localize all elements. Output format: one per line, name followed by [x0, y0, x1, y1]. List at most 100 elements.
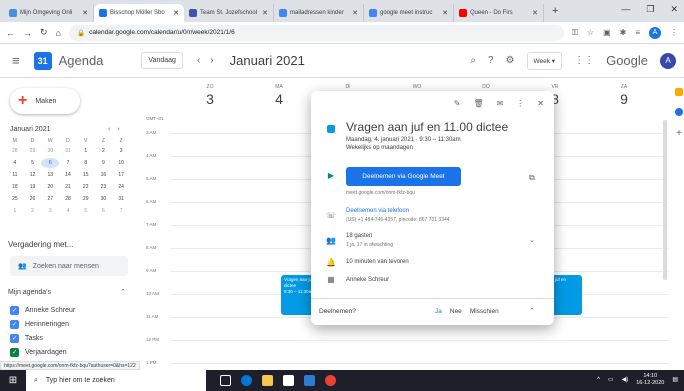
- mini-date[interactable]: 1: [6, 206, 24, 216]
- mini-date[interactable]: 29: [77, 194, 95, 204]
- mini-date[interactable]: 24: [112, 182, 130, 192]
- browser-tab[interactable]: Queen - Do Firs ✕: [454, 4, 544, 22]
- mini-date[interactable]: 23: [95, 182, 113, 192]
- more-icon[interactable]: ⋮: [516, 99, 524, 108]
- mini-date[interactable]: 9: [95, 158, 113, 168]
- mini-date[interactable]: 7: [112, 206, 130, 216]
- new-tab-icon[interactable]: +: [544, 5, 566, 17]
- chevron-up-icon[interactable]: ^: [597, 377, 600, 383]
- url-input[interactable]: 🔒 calendar.google.com/calendar/u/0/r/wee…: [68, 24, 564, 41]
- chrome-icon[interactable]: [325, 375, 336, 386]
- checkbox-icon[interactable]: ✓: [10, 334, 19, 343]
- tab-close-icon[interactable]: ✕: [532, 9, 538, 17]
- calendar-item[interactable]: ✓ Anneke Schreur: [10, 306, 75, 315]
- close-icon[interactable]: ✕: [537, 99, 544, 108]
- forward-icon[interactable]: →: [23, 28, 32, 38]
- delete-icon[interactable]: 🗑: [473, 99, 483, 108]
- clock[interactable]: 14:10 16-12-2020: [636, 373, 664, 386]
- mini-date[interactable]: 31: [112, 194, 130, 204]
- mini-date[interactable]: 5: [24, 158, 42, 168]
- puzzle-icon[interactable]: ✱: [620, 28, 627, 37]
- kebab-icon[interactable]: ⋮: [670, 28, 678, 37]
- tab-close-icon[interactable]: ✕: [173, 9, 179, 17]
- browser-tab[interactable]: Mijn Omgeving Onli ✕: [4, 4, 94, 22]
- mini-date[interactable]: 3: [112, 146, 130, 156]
- rsvp-yes-button[interactable]: Ja: [435, 308, 442, 315]
- mini-date[interactable]: 11: [6, 170, 24, 180]
- extension-icon[interactable]: ▣: [603, 28, 611, 37]
- mini-date[interactable]: 31: [59, 146, 77, 156]
- mini-date[interactable]: 17: [112, 170, 130, 180]
- add-addon-icon[interactable]: +: [676, 128, 682, 139]
- mini-date[interactable]: 3: [41, 206, 59, 216]
- mini-date[interactable]: 6: [41, 158, 60, 168]
- mail-icon[interactable]: [304, 375, 315, 386]
- mini-date[interactable]: 27: [41, 194, 59, 204]
- restore-icon[interactable]: ❐: [646, 4, 654, 15]
- account-avatar[interactable]: A: [660, 52, 676, 69]
- today-button[interactable]: Vandaag: [141, 52, 183, 69]
- network-icon[interactable]: ▭: [608, 376, 614, 383]
- copy-icon[interactable]: ⧉: [529, 173, 535, 183]
- rsvp-no-button[interactable]: Nee: [450, 308, 462, 315]
- expand-guests-icon[interactable]: ⌄: [529, 236, 535, 244]
- mini-date[interactable]: 19: [24, 182, 42, 192]
- edge-icon[interactable]: [241, 375, 252, 386]
- next-icon[interactable]: ›: [210, 55, 223, 66]
- apps-grid-icon[interactable]: ⋮⋮: [574, 55, 594, 66]
- menu-list-icon[interactable]: ≡: [635, 28, 640, 37]
- mini-date[interactable]: 22: [77, 182, 95, 192]
- mini-date[interactable]: 18: [6, 182, 24, 192]
- profile-avatar[interactable]: A: [649, 26, 661, 39]
- help-icon[interactable]: ?: [488, 55, 494, 66]
- tab-close-icon[interactable]: ✕: [442, 9, 448, 17]
- day-header[interactable]: MA 4: [249, 84, 309, 107]
- rsvp-maybe-button[interactable]: Misschien: [470, 308, 499, 315]
- mini-date[interactable]: 12: [24, 170, 42, 180]
- checkbox-icon[interactable]: ✓: [10, 348, 19, 357]
- tasks-icon[interactable]: [675, 108, 683, 116]
- view-select[interactable]: Week ▾: [526, 51, 563, 70]
- mini-date[interactable]: 5: [77, 206, 95, 216]
- browser-tab[interactable]: google meet instruc ✕: [364, 4, 454, 22]
- checkbox-icon[interactable]: ✓: [10, 320, 19, 329]
- notifications-icon[interactable]: ▤: [672, 376, 678, 383]
- mini-prev-icon[interactable]: ‹: [108, 126, 117, 133]
- mini-date[interactable]: 7: [59, 158, 77, 168]
- calendar-item[interactable]: ✓ Tasks: [10, 334, 43, 343]
- mini-date[interactable]: 25: [6, 194, 24, 204]
- mini-date[interactable]: 6: [95, 206, 113, 216]
- mini-date[interactable]: 16: [95, 170, 113, 180]
- browser-tab[interactable]: Bisschop Möller Sbo ✕: [94, 4, 184, 22]
- mini-date[interactable]: 21: [59, 182, 77, 192]
- mini-date[interactable]: 8: [77, 158, 95, 168]
- mini-date[interactable]: 4: [59, 206, 77, 216]
- mini-date[interactable]: 28: [6, 146, 24, 156]
- join-meet-button[interactable]: Deelnemen via Google Meet: [346, 167, 461, 186]
- minimize-icon[interactable]: —: [621, 4, 630, 15]
- tab-close-icon[interactable]: ✕: [262, 9, 268, 17]
- volume-icon[interactable]: ◀): [622, 376, 629, 383]
- edit-icon[interactable]: ✎: [454, 99, 461, 108]
- calendar-item[interactable]: ✓ Herinneringen: [10, 320, 69, 329]
- mini-date[interactable]: 29: [24, 146, 42, 156]
- back-icon[interactable]: ←: [6, 28, 15, 38]
- email-icon[interactable]: ✉: [497, 99, 504, 108]
- tab-close-icon[interactable]: ✕: [352, 9, 358, 17]
- day-header[interactable]: ZA 9: [594, 84, 654, 107]
- create-button[interactable]: + Maken: [10, 88, 80, 114]
- keep-icon[interactable]: [675, 88, 683, 96]
- browser-tab[interactable]: mailadressen kinder ✕: [274, 4, 364, 22]
- store-icon[interactable]: [283, 375, 294, 386]
- mini-date[interactable]: 10: [112, 158, 130, 168]
- mini-date[interactable]: 30: [41, 146, 59, 156]
- windows-start-icon[interactable]: ⊞: [0, 370, 26, 391]
- mini-date[interactable]: 30: [95, 194, 113, 204]
- chevron-up-icon[interactable]: ⌃: [120, 288, 126, 296]
- tab-close-icon[interactable]: ✕: [82, 9, 88, 17]
- prev-icon[interactable]: ‹: [197, 55, 210, 66]
- mini-date[interactable]: 13: [41, 170, 59, 180]
- hamburger-icon[interactable]: ≡: [12, 53, 20, 68]
- close-window-icon[interactable]: ✕: [670, 4, 678, 15]
- mini-date[interactable]: 2: [95, 146, 113, 156]
